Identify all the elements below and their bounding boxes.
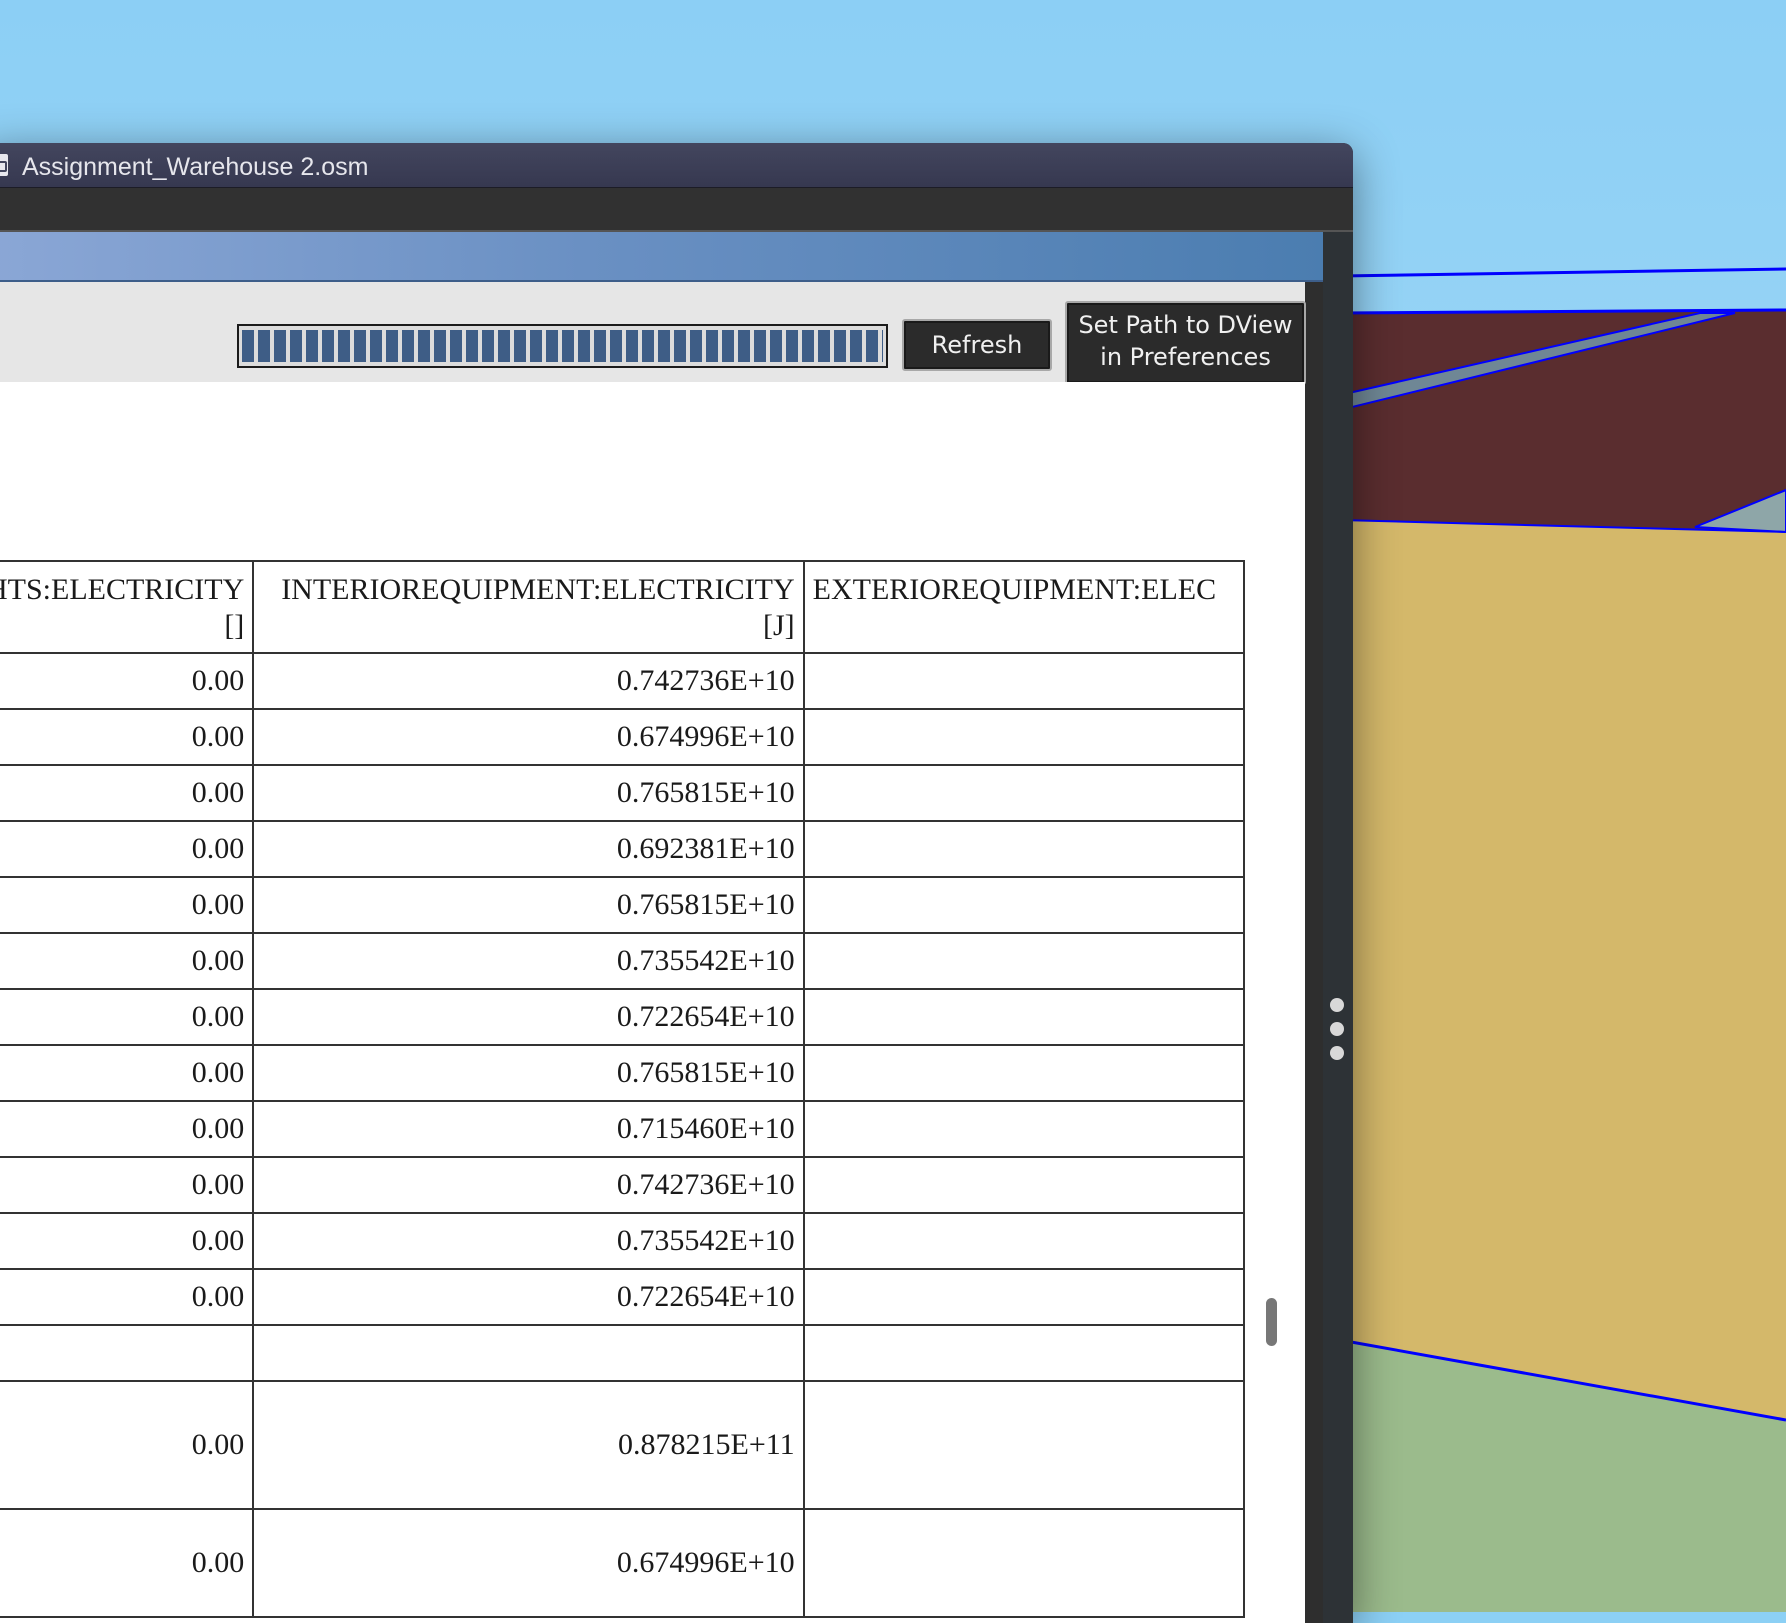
dview-button-line1: Set Path to DView — [1078, 311, 1293, 339]
table-cell: 0.00 — [0, 1044, 255, 1102]
grip-dot-icon — [1330, 1022, 1344, 1036]
table-cell — [802, 1044, 1246, 1102]
table-row: 0.00 0.765815E+10 — [0, 876, 1246, 934]
table-cell: 0.765815E+10 — [252, 1044, 805, 1102]
table-cell — [802, 652, 1246, 710]
table-cell — [802, 820, 1246, 878]
table-cell — [802, 708, 1246, 766]
table-cell: 0.742736E+10 — [252, 652, 805, 710]
table-cell: 0.735542E+10 — [252, 932, 805, 990]
window-toolbar — [0, 188, 1353, 232]
table-cell: 0.00 — [0, 988, 255, 1046]
table-cell: 0.765815E+10 — [252, 764, 805, 822]
warehouse-wall — [1340, 520, 1786, 1420]
table-header-row: GHTS:ELECTRICITY [] INTERIOREQUIPMENT:EL… — [0, 560, 1246, 654]
report-window: Assignment_Warehouse 2.osm Refresh Set P… — [0, 143, 1353, 1623]
column-header: GHTS:ELECTRICITY [] — [0, 560, 255, 654]
table-cell: 0.00 — [0, 932, 255, 990]
table-cell — [802, 988, 1246, 1046]
window-titlebar[interactable]: Assignment_Warehouse 2.osm — [0, 143, 1353, 188]
table-cell: 0.722654E+10 — [252, 988, 805, 1046]
scrollbar-thumb[interactable] — [1266, 1298, 1277, 1346]
column-name: EXTERIOREQUIPMENT:ELEC — [812, 573, 1217, 606]
table-cell: 0.00 — [0, 652, 255, 710]
table-cell — [802, 1380, 1246, 1510]
refresh-button[interactable]: Refresh — [902, 319, 1052, 371]
table-row: 0.00 0.674996E+10 — [0, 708, 1246, 766]
table-cell — [802, 876, 1246, 934]
table-cell — [802, 764, 1246, 822]
table-cell — [802, 1268, 1246, 1326]
table-row: 0.00 0.735542E+10 — [0, 932, 1246, 990]
table-cell: 0.00 — [0, 1100, 255, 1158]
table-cell: 0.00 — [0, 1380, 255, 1510]
table-cell: 0.674996E+10 — [252, 708, 805, 766]
table-cell: 0.715460E+10 — [252, 1100, 805, 1158]
grip-dot-icon — [1330, 1046, 1344, 1060]
table-row: 0.00 0.735542E+10 — [0, 1212, 1246, 1270]
splitter-handle[interactable] — [1330, 998, 1344, 1070]
table-row: 0.00 0.742736E+10 — [0, 1156, 1246, 1214]
table-row: 0.00 0.674996E+10 — [0, 1508, 1246, 1618]
column-name: INTERIOREQUIPMENT:ELECTRICITY — [281, 573, 795, 606]
table-cell — [802, 1212, 1246, 1270]
progress-fill — [242, 330, 883, 362]
table-cell: 0.00 — [0, 764, 255, 822]
column-name: GHTS:ELECTRICITY — [0, 573, 245, 606]
table-cell: 0.742736E+10 — [252, 1156, 805, 1214]
table-cell — [802, 1508, 1246, 1618]
table-row: 0.00 0.765815E+10 — [0, 1044, 1246, 1102]
panel-header — [0, 232, 1323, 282]
document-icon — [0, 154, 8, 176]
splitter-strip — [1323, 232, 1353, 1623]
table-row: 0.00 0.742736E+10 — [0, 652, 1246, 710]
table-cell: 0.00 — [0, 708, 255, 766]
column-unit: [J] — [762, 609, 795, 642]
table-cell — [802, 932, 1246, 990]
table-cell: 0.735542E+10 — [252, 1212, 805, 1270]
grip-dot-icon — [1330, 998, 1344, 1012]
dview-button-line2: in Preferences — [1100, 343, 1271, 371]
table-cell — [802, 1100, 1246, 1158]
results-content[interactable]: GHTS:ELECTRICITY [] INTERIOREQUIPMENT:EL… — [0, 382, 1305, 1623]
table-cell: 0.722654E+10 — [252, 1268, 805, 1326]
table-row: 0.00 0.878215E+11 — [0, 1380, 1246, 1510]
table-cell — [0, 1324, 255, 1382]
table-cell — [802, 1156, 1246, 1214]
table-cell: 0.00 — [0, 820, 255, 878]
table-cell: 0.878215E+11 — [252, 1380, 805, 1510]
table-cell: 0.692381E+10 — [252, 820, 805, 878]
table-row: 0.00 0.765815E+10 — [0, 764, 1246, 822]
window-title: Assignment_Warehouse 2.osm — [22, 153, 369, 181]
set-dview-path-button[interactable]: Set Path to DView in Preferences — [1065, 301, 1306, 385]
table-cell: 0.674996E+10 — [252, 1508, 805, 1618]
table-cell: 0.00 — [0, 1268, 255, 1326]
table-cell — [252, 1324, 805, 1382]
table-cell: 0.00 — [0, 1156, 255, 1214]
table-row — [0, 1324, 1246, 1382]
column-header: INTERIOREQUIPMENT:ELECTRICITY [J] — [252, 560, 805, 654]
table-row: 0.00 0.715460E+10 — [0, 1100, 1246, 1158]
table-cell: 0.00 — [0, 1508, 255, 1618]
table-row: 0.00 0.722654E+10 — [0, 1268, 1246, 1326]
column-header: EXTERIOREQUIPMENT:ELEC — [802, 560, 1246, 654]
table-row: 0.00 0.722654E+10 — [0, 988, 1246, 1046]
progress-bar — [237, 324, 888, 368]
table-row: 0.00 0.692381E+10 — [0, 820, 1246, 878]
table-cell: 0.00 — [0, 876, 255, 934]
table-cell: 0.00 — [0, 1212, 255, 1270]
results-table: GHTS:ELECTRICITY [] INTERIOREQUIPMENT:EL… — [0, 560, 1246, 1618]
table-cell — [802, 1324, 1246, 1382]
table-cell: 0.765815E+10 — [252, 876, 805, 934]
column-unit: [] — [224, 609, 245, 642]
